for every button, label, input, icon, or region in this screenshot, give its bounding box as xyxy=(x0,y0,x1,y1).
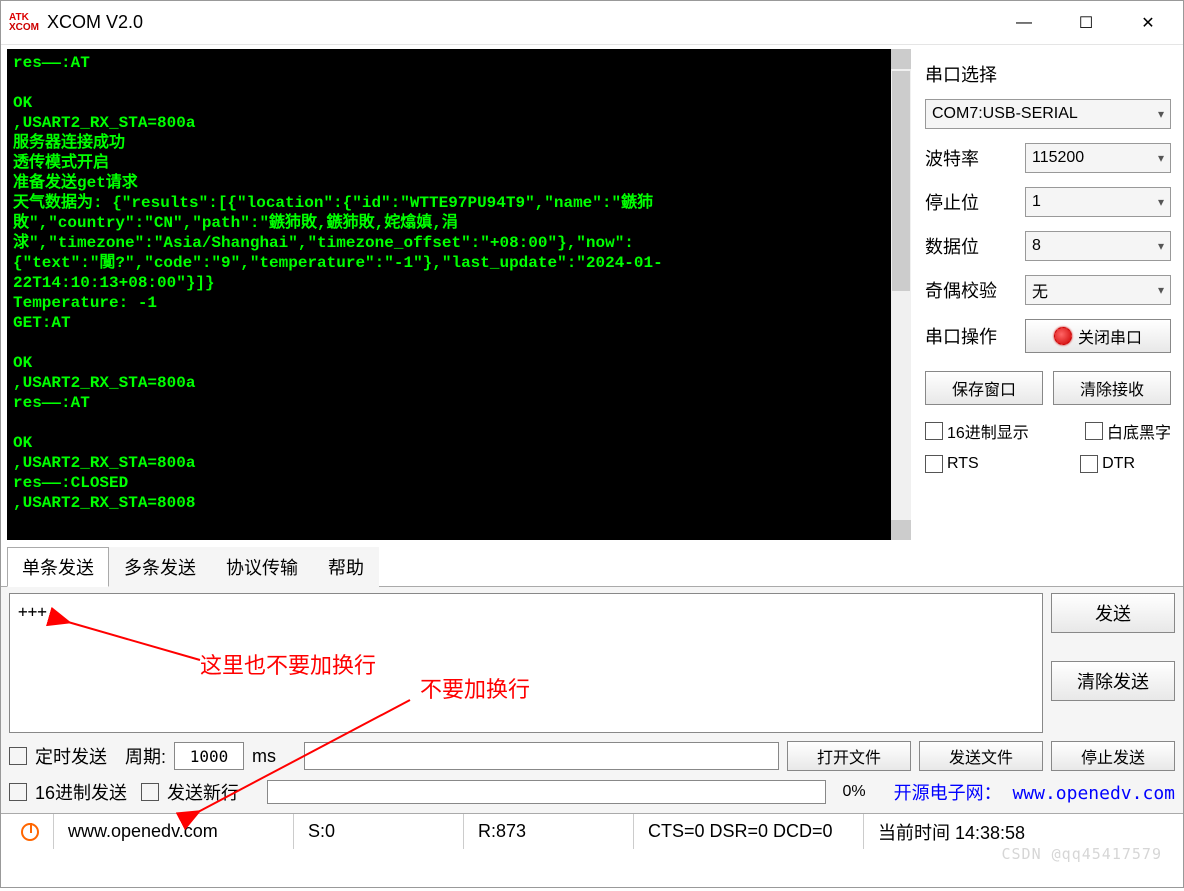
watermark: CSDN @qq45417579 xyxy=(1002,845,1163,863)
